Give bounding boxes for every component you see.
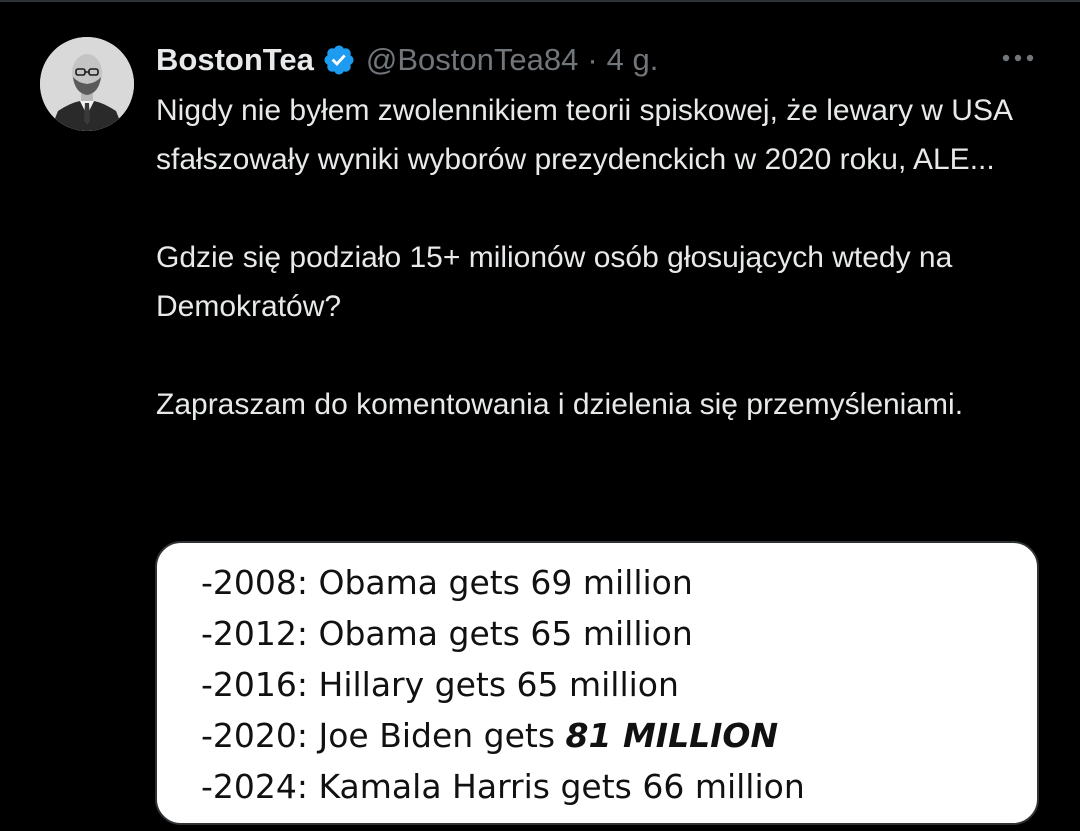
tweet-media-image[interactable]: -2008: Obama gets 69 million -2012: Obam… [155, 541, 1039, 825]
more-options-icon [1002, 54, 1034, 62]
media-line-text: -2016: Hillary gets 65 million [201, 665, 679, 704]
tweet-text: Nigdy nie byłem zwolennikiem teorii spis… [156, 86, 1036, 429]
media-line: -2020: Joe Biden gets 81 MILLION [201, 710, 805, 761]
header-separator: · [587, 42, 598, 77]
media-text-block: -2008: Obama gets 69 million -2012: Obam… [201, 557, 805, 812]
media-line-text: -2020: Joe Biden gets [201, 716, 566, 755]
profile-photo-icon [40, 37, 134, 131]
media-line: -2016: Hillary gets 65 million [201, 659, 805, 710]
verified-badge-icon [324, 45, 354, 75]
author-handle[interactable]: @BostonTea84 [366, 42, 578, 78]
more-options-button[interactable] [998, 44, 1038, 72]
media-line-text: -2008: Obama gets 69 million [201, 563, 693, 602]
media-line-text: -2024: Kamala Harris gets 66 million [201, 767, 805, 806]
tweet-paragraph: Gdzie się podziało 15+ milionów osób gło… [156, 241, 953, 323]
tweet-header: BostonTea @BostonTea84 · 4 g. [156, 38, 658, 82]
tweet-paragraph: Zapraszam do komentowania i dzielenia si… [156, 388, 964, 421]
media-line: -2024: Kamala Harris gets 66 million [201, 761, 805, 812]
media-line: -2012: Obama gets 65 million [201, 608, 805, 659]
tweet-timestamp[interactable]: 4 g. [607, 42, 659, 78]
author-display-name[interactable]: BostonTea [156, 42, 314, 78]
media-line: -2008: Obama gets 69 million [201, 557, 805, 608]
top-divider [0, 0, 1080, 2]
media-line-emphasis: 81 MILLION [565, 716, 779, 755]
avatar[interactable] [40, 37, 134, 131]
media-line-text: -2012: Obama gets 65 million [201, 614, 693, 653]
tweet-paragraph: Nigdy nie byłem zwolennikiem teorii spis… [156, 94, 1012, 176]
